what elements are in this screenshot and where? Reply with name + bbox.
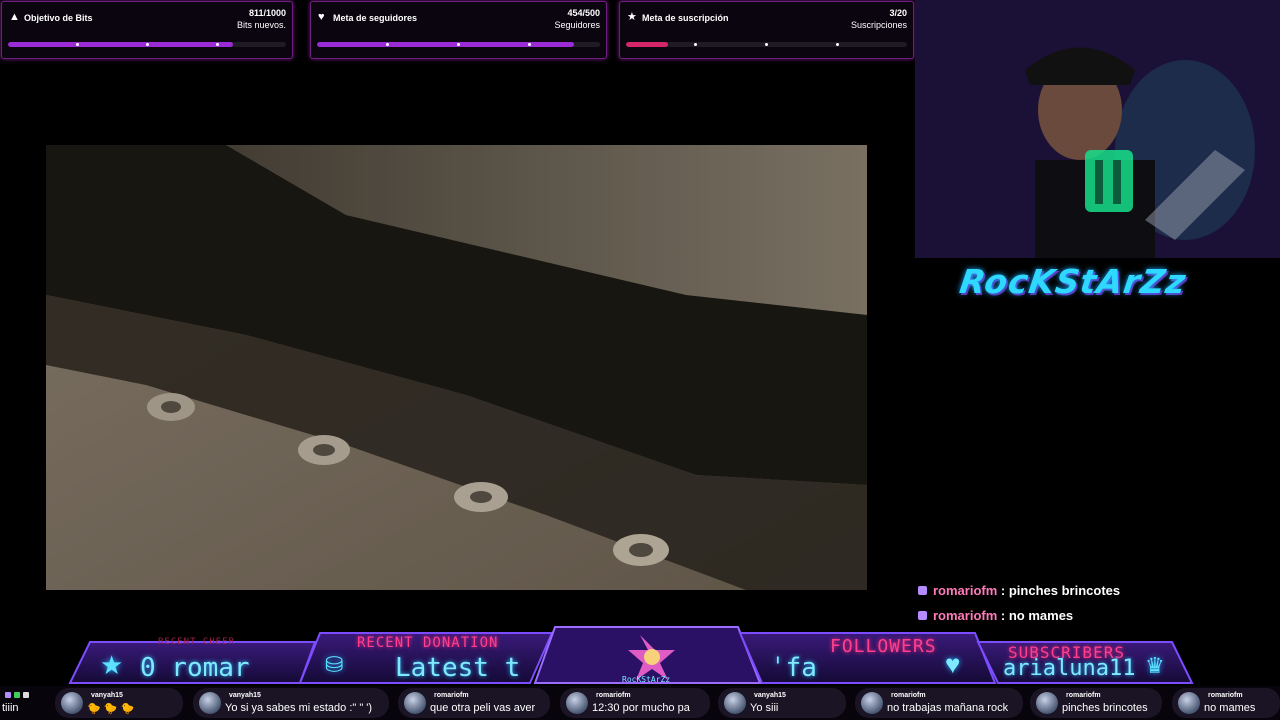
chat-message: romariofm : no mames [918, 608, 1073, 623]
subscription-goal-fill [626, 42, 669, 47]
bits-goal-marker [216, 43, 219, 46]
followers-goal-widget: ♥ Meta de seguidores 454/500 Seguidores [310, 1, 607, 59]
avatar [1036, 692, 1058, 714]
chat-message: romariofm : pinches brincotes [918, 583, 1120, 598]
ticker-message: vanyah15 Yo si ya sabes mi estado :" " '… [193, 688, 389, 718]
avatar [404, 692, 426, 714]
ticker-message: vanyah15 🐤 🐤 🐤 [55, 688, 183, 718]
bits-goal-marker [146, 43, 149, 46]
followers-goal-marker [528, 43, 531, 46]
bits-goal-subtitle: Bits nuevos. [236, 20, 286, 30]
chat-text: : no mames [1000, 608, 1074, 623]
avatar [861, 692, 883, 714]
ticker-username: vanyah15 [754, 692, 786, 699]
ticker-message: romariofm no mames [1172, 688, 1280, 718]
recent-donation-title: RECENT DONATION [357, 635, 499, 651]
ticker-username: romariofm [891, 692, 926, 699]
subscription-goal-marker [694, 43, 697, 46]
bits-goal-widget: ▲ Objetivo de Bits 811/1000 Bits nuevos. [1, 1, 293, 59]
heart-icon: ♥ [945, 649, 961, 679]
subscription-goal-widget: ★ Meta de suscripción 3/20 Suscripciones [619, 1, 914, 59]
video-scene [46, 145, 867, 590]
subscription-goal-marker [765, 43, 768, 46]
ticker-username: romariofm [1208, 692, 1243, 699]
recent-cheer-title: RECENT CHEER [158, 637, 236, 647]
chat-username: romariofm [933, 608, 998, 623]
ticker-message: romariofm pinches brincotes [1030, 688, 1162, 718]
event-bar: RECENT CHEER ★ 0 romar RECENT DONATION ⛁… [0, 625, 1280, 685]
ticker-username: vanyah15 [91, 692, 123, 699]
chat-text: : pinches brincotes [1000, 583, 1121, 598]
subscription-goal-title: Meta de suscripción [642, 13, 729, 23]
followers-goal-subtitle: Seguidores [554, 20, 600, 30]
bits-goal-title: Objetivo de Bits [24, 13, 93, 23]
ticker-text: que otra peli vas aver [430, 702, 536, 714]
webcam-feed [915, 0, 1280, 258]
ticker-message: tiiin [0, 688, 42, 718]
followers-goal-marker [386, 43, 389, 46]
avatar [566, 692, 588, 714]
ticker-text: 12:30 por mucho pa [592, 702, 690, 714]
followers-goal-title: Meta de seguidores [333, 13, 418, 23]
subscription-goal-subtitle: Suscripciones [850, 20, 907, 30]
followers-goal-count: 454/500 [567, 8, 600, 18]
ticker-text: no mames [1204, 702, 1256, 714]
subscriber-badge-icon [918, 586, 927, 595]
bits-goal-fill [8, 42, 234, 47]
ticker-username: vanyah15 [229, 692, 261, 699]
avatar [1178, 692, 1200, 714]
followers-goal-marker [457, 43, 460, 46]
star-icon: ★ [100, 650, 124, 680]
avatar [199, 692, 221, 714]
subscriber-badge-icon [918, 611, 927, 620]
recent-donation-value: Latest t [395, 653, 521, 683]
ticker-text: Yo si ya sabes mi estado :" " ') [225, 702, 373, 714]
subscribers-value: arialuna11 [1003, 656, 1136, 681]
subscription-goal-count: 3/20 [889, 8, 907, 18]
ticker-text: pinches brincotes [1062, 702, 1148, 714]
money-icon: ⛁ [325, 652, 344, 677]
subscription-goal-marker [836, 43, 839, 46]
ticker-message: romariofm 12:30 por mucho pa [560, 688, 710, 718]
ticker-username: romariofm [1066, 692, 1101, 699]
video-frame[interactable] [46, 145, 867, 590]
ticker-message: romariofm no trabajas mañana rock [855, 688, 1023, 718]
followers-goal-fill [317, 42, 574, 47]
webcam-scene [915, 0, 1280, 258]
channel-logo: RocKStArZz [957, 262, 1189, 301]
bits-icon: ▲ [9, 11, 20, 23]
bits-goal-count: 811/1000 [248, 8, 286, 18]
ticker-message: romariofm que otra peli vas aver [398, 688, 550, 718]
avatar [724, 692, 746, 714]
chat-username: romariofm [933, 583, 998, 598]
ticker-text: 🐤 🐤 🐤 [87, 703, 135, 715]
followers-value: ˈfa [770, 653, 817, 683]
star-icon: ★ [627, 11, 637, 23]
ticker-text: no trabajas mañana rock [887, 702, 1009, 714]
bits-goal-marker [76, 43, 79, 46]
ticker-text: tiiin [2, 702, 19, 714]
recent-cheer-value: 0 romar [140, 653, 250, 683]
center-logo-text: RocKStArZz [622, 675, 671, 684]
ticker-badges [2, 692, 29, 700]
ticker-username: romariofm [434, 692, 469, 699]
avatar [61, 692, 83, 714]
ticker-message: vanyah15 Yo siii [718, 688, 846, 718]
heart-icon: ♥ [318, 11, 325, 23]
ticker-username: romariofm [596, 692, 631, 699]
trophy-icon: ♛ [1145, 653, 1165, 678]
ticker-text: Yo siii [750, 702, 779, 714]
